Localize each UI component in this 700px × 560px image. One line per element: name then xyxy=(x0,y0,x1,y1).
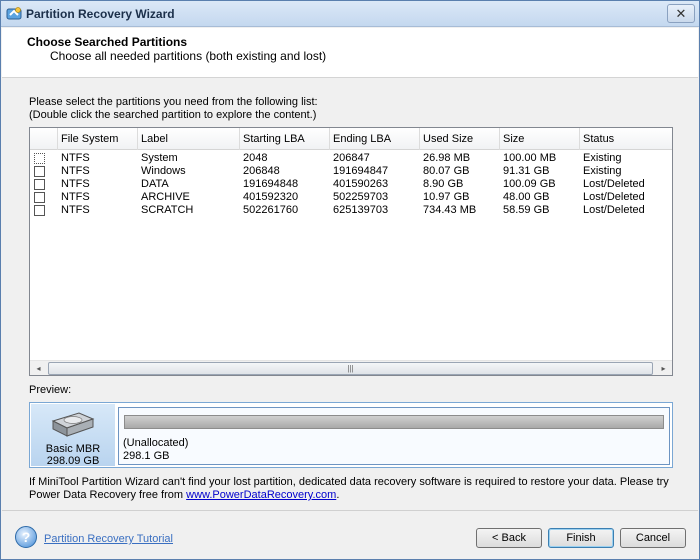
cell-size: 100.09 GB xyxy=(503,178,556,190)
cell-label: Windows xyxy=(141,165,186,177)
window-title: Partition Recovery Wizard xyxy=(26,7,175,21)
finish-button[interactable]: Finish xyxy=(548,528,614,548)
close-icon: ✕ xyxy=(675,6,687,21)
cell-file-system: NTFS xyxy=(61,191,90,203)
preview-label: Preview: xyxy=(29,384,72,396)
cell-label: ARCHIVE xyxy=(141,191,190,203)
cell-file-system: NTFS xyxy=(61,204,90,216)
list-header: File System Label Starting LBA Ending LB… xyxy=(30,128,672,150)
cell-ending-lba: 206847 xyxy=(333,152,370,164)
note-suffix: . xyxy=(336,489,340,501)
column-header-checkbox[interactable] xyxy=(30,128,58,150)
cell-label: System xyxy=(141,152,178,164)
row-checkbox[interactable] xyxy=(34,205,45,216)
unallocated-partition-block[interactable]: (Unallocated) 298.1 GB xyxy=(118,407,670,465)
wizard-header: Choose Searched Partitions Choose all ne… xyxy=(2,28,698,78)
cell-starting-lba: 206848 xyxy=(243,165,280,177)
cell-file-system: NTFS xyxy=(61,152,90,164)
partition-recovery-wizard-window: Partition Recovery Wizard ✕ Choose Searc… xyxy=(0,0,700,560)
cell-used-size: 734.43 MB xyxy=(423,204,477,216)
table-row[interactable]: NTFS ARCHIVE 401592320 502259703 10.97 G… xyxy=(30,191,672,204)
cell-ending-lba: 625139703 xyxy=(333,204,389,216)
recovery-note-line2: Power Data Recovery free from www.PowerD… xyxy=(29,489,339,501)
cell-used-size: 10.97 GB xyxy=(423,191,470,203)
wizard-app-icon xyxy=(6,7,22,20)
horizontal-scrollbar[interactable]: ◂ ||| ▸ xyxy=(30,360,672,375)
disk-card[interactable]: Basic MBR 298.09 GB xyxy=(31,404,115,467)
column-header-status[interactable]: Status xyxy=(580,128,672,150)
row-checkbox[interactable] xyxy=(34,192,45,203)
column-header-size[interactable]: Size xyxy=(500,128,580,150)
tutorial-link[interactable]: Partition Recovery Tutorial xyxy=(44,533,173,545)
back-button[interactable]: < Back xyxy=(476,528,542,548)
scroll-left-icon[interactable]: ◂ xyxy=(30,361,47,376)
footer-separator xyxy=(2,510,698,511)
cell-file-system: NTFS xyxy=(61,165,90,177)
column-header-ending-lba[interactable]: Ending LBA xyxy=(330,128,420,150)
instruction-hint: (Double click the searched partition to … xyxy=(29,109,317,121)
cell-status: Lost/Deleted xyxy=(583,204,645,216)
cell-status: Existing xyxy=(583,165,622,177)
cell-ending-lba: 502259703 xyxy=(333,191,389,203)
cell-file-system: NTFS xyxy=(61,178,90,190)
row-checkbox[interactable] xyxy=(34,179,45,190)
grip-icon: ||| xyxy=(347,364,354,373)
partition-usage-bar xyxy=(124,415,664,429)
cell-starting-lba: 191694848 xyxy=(243,178,299,190)
cell-size: 48.00 GB xyxy=(503,191,550,203)
disk-size: 298.09 GB xyxy=(46,455,100,467)
cell-size: 100.00 MB xyxy=(503,152,557,164)
column-header-label[interactable]: Label xyxy=(138,128,240,150)
title-bar[interactable]: Partition Recovery Wizard ✕ xyxy=(1,1,699,27)
cell-status: Lost/Deleted xyxy=(583,191,645,203)
column-header-used-size[interactable]: Used Size xyxy=(420,128,500,150)
disk-type: Basic MBR xyxy=(45,443,101,455)
cell-ending-lba: 191694847 xyxy=(333,165,389,177)
cell-used-size: 80.07 GB xyxy=(423,165,470,177)
row-checkbox[interactable] xyxy=(34,153,45,164)
cell-size: 91.31 GB xyxy=(503,165,550,177)
table-row[interactable]: NTFS SCRATCH 502261760 625139703 734.43 … xyxy=(30,204,672,217)
note-prefix: Power Data Recovery free from xyxy=(29,489,187,501)
table-row[interactable]: NTFS Windows 206848 191694847 80.07 GB 9… xyxy=(30,165,672,178)
page-subtitle: Choose all needed partitions (both exist… xyxy=(50,49,327,63)
scrollbar-thumb[interactable]: ||| xyxy=(48,362,653,375)
power-data-recovery-link[interactable]: www.PowerDataRecovery.com xyxy=(186,489,336,501)
page-title: Choose Searched Partitions xyxy=(27,35,188,49)
cell-used-size: 26.98 MB xyxy=(423,152,471,164)
scroll-right-icon[interactable]: ▸ xyxy=(655,361,672,376)
close-button[interactable]: ✕ xyxy=(667,4,695,23)
partition-list[interactable]: File System Label Starting LBA Ending LB… xyxy=(29,127,673,376)
cell-status: Existing xyxy=(583,152,622,164)
recovery-note-line1: If MiniTool Partition Wizard can't find … xyxy=(29,476,669,488)
cell-starting-lba: 401592320 xyxy=(243,191,299,203)
cell-starting-lba: 2048 xyxy=(243,152,268,164)
cell-ending-lba: 401590263 xyxy=(333,178,389,190)
hard-disk-icon xyxy=(51,412,95,437)
cell-used-size: 8.90 GB xyxy=(423,178,464,190)
partition-label: (Unallocated) xyxy=(123,437,189,449)
table-row[interactable]: NTFS DATA 191694848 401590263 8.90 GB 10… xyxy=(30,178,672,191)
help-icon[interactable]: ? xyxy=(15,526,37,548)
cell-label: DATA xyxy=(141,178,169,190)
disk-preview: Basic MBR 298.09 GB (Unallocated) 298.1 … xyxy=(29,402,673,468)
instruction-text: Please select the partitions you need fr… xyxy=(29,96,318,108)
cancel-button[interactable]: Cancel xyxy=(620,528,686,548)
row-checkbox[interactable] xyxy=(34,166,45,177)
column-header-file-system[interactable]: File System xyxy=(58,128,138,150)
table-row[interactable]: NTFS System 2048 206847 26.98 MB 100.00 … xyxy=(30,152,672,165)
cell-status: Lost/Deleted xyxy=(583,178,645,190)
cell-label: SCRATCH xyxy=(141,204,194,216)
column-header-starting-lba[interactable]: Starting LBA xyxy=(240,128,330,150)
cell-starting-lba: 502261760 xyxy=(243,204,299,216)
cell-size: 58.59 GB xyxy=(503,204,550,216)
partition-size: 298.1 GB xyxy=(123,450,170,462)
